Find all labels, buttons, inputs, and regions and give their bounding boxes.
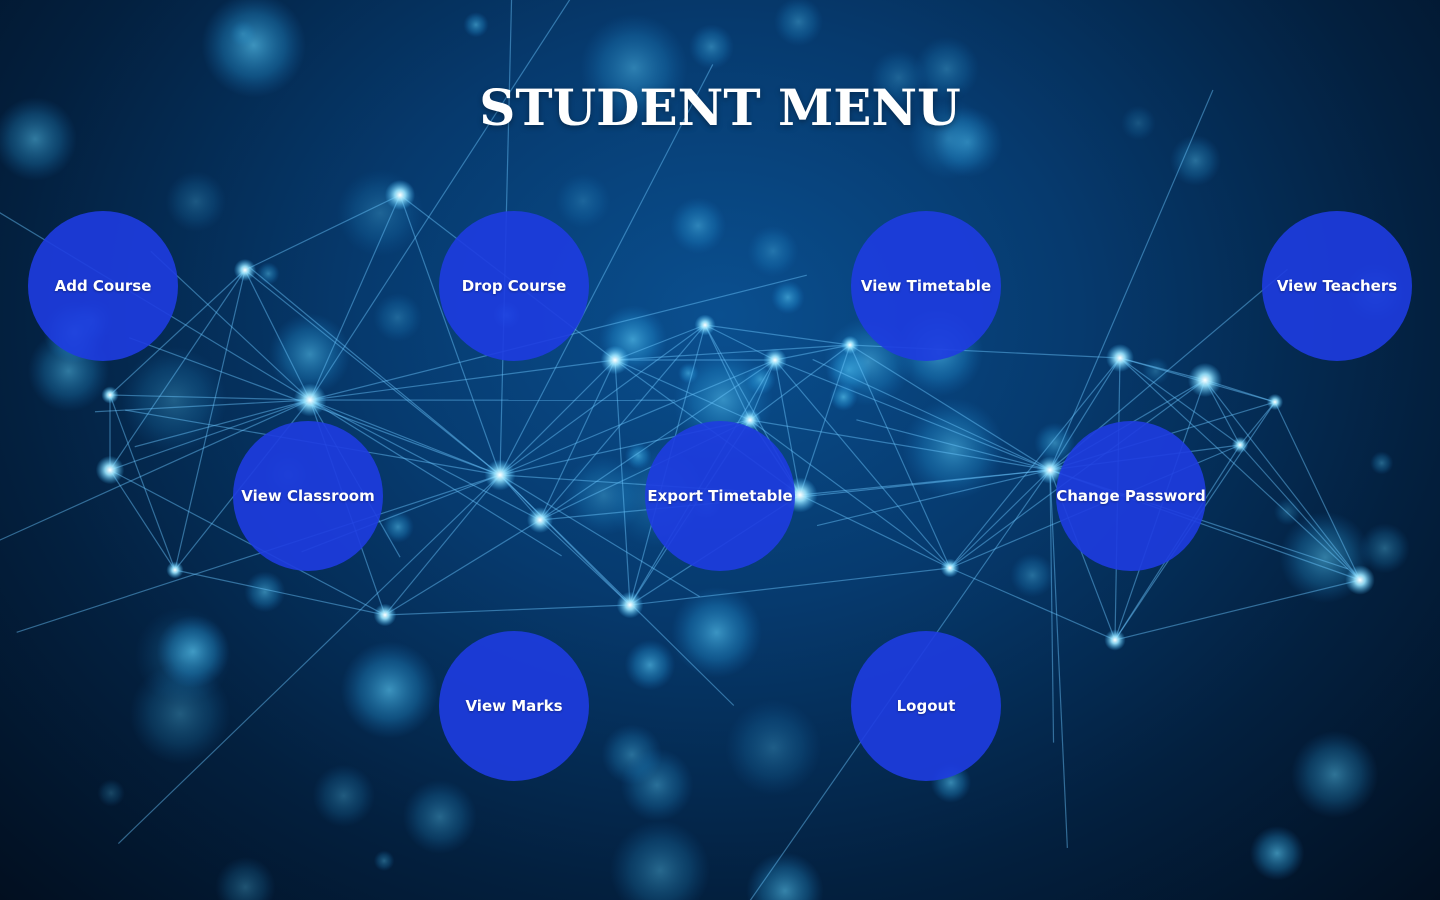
bokeh-light	[725, 699, 822, 796]
bokeh-light	[670, 197, 727, 254]
network-link	[384, 474, 501, 616]
view-classroom-button[interactable]: View Classroom	[233, 421, 383, 571]
network-node	[233, 258, 257, 282]
network-link	[174, 569, 386, 616]
network-node	[101, 386, 119, 404]
bokeh-light	[215, 857, 276, 900]
network-node	[95, 455, 125, 485]
network-node	[840, 335, 860, 355]
network-node	[166, 561, 184, 579]
bokeh-light	[1370, 451, 1394, 475]
network-node	[940, 558, 960, 578]
bokeh-light	[229, 20, 257, 48]
network-link	[799, 494, 951, 569]
network-node	[293, 383, 327, 417]
bokeh-light	[382, 511, 414, 543]
bokeh-light	[620, 748, 694, 822]
bokeh-light	[624, 639, 676, 691]
network-node	[616, 591, 644, 619]
network-node	[694, 314, 716, 336]
network-node	[1345, 565, 1375, 595]
network-node	[373, 603, 397, 627]
bokeh-light	[156, 615, 230, 688]
bokeh-light	[1359, 523, 1410, 574]
bokeh-light	[336, 169, 424, 257]
network-node	[600, 345, 630, 375]
bokeh-light	[1010, 553, 1055, 598]
bokeh-light	[373, 850, 395, 872]
network-node	[384, 179, 416, 211]
change-password-button[interactable]: Change Password	[1056, 421, 1206, 571]
export-timetable-button[interactable]: Export Timetable	[645, 421, 795, 571]
network-node	[1231, 436, 1249, 454]
bokeh-light	[402, 779, 477, 854]
bokeh-light	[773, 0, 824, 47]
add-course-button[interactable]: Add Course	[28, 211, 178, 361]
logout-button[interactable]: Logout	[851, 631, 1001, 781]
network-link	[1114, 579, 1361, 641]
network-node	[484, 459, 516, 491]
bokeh-light	[747, 225, 799, 277]
network-node	[1187, 362, 1223, 398]
bokeh-light	[257, 262, 280, 285]
bokeh-light	[1249, 826, 1305, 881]
network-link	[749, 419, 1051, 471]
view-marks-button[interactable]: View Marks	[439, 631, 589, 781]
bokeh-light	[610, 820, 710, 900]
drop-course-button[interactable]: Drop Course	[439, 211, 589, 361]
bokeh-light	[340, 641, 438, 739]
network-link	[384, 604, 631, 616]
bokeh-light	[671, 587, 762, 678]
network-link	[1049, 89, 1214, 471]
network-link	[704, 324, 851, 346]
bokeh-light	[770, 280, 805, 315]
network-link	[1239, 401, 1276, 446]
network-node	[1266, 393, 1284, 411]
bokeh-light	[97, 779, 125, 807]
bokeh-light	[1291, 730, 1379, 819]
bokeh-light	[373, 293, 422, 342]
bokeh-light	[746, 852, 824, 900]
view-timetable-button[interactable]: View Timetable	[851, 211, 1001, 361]
network-node	[1106, 344, 1134, 372]
network-node	[763, 348, 787, 372]
view-teachers-button[interactable]: View Teachers	[1262, 211, 1412, 361]
bokeh-light	[1170, 135, 1221, 186]
network-node	[1104, 629, 1126, 651]
bokeh-light	[688, 24, 735, 70]
network-link	[109, 469, 176, 571]
bokeh-light	[463, 12, 489, 38]
page-title: STUDENT MENU	[479, 78, 961, 137]
network-link	[309, 359, 616, 401]
bokeh-light	[165, 171, 227, 232]
network-node	[527, 507, 553, 533]
bokeh-light	[555, 173, 611, 229]
bokeh-light	[312, 764, 375, 827]
